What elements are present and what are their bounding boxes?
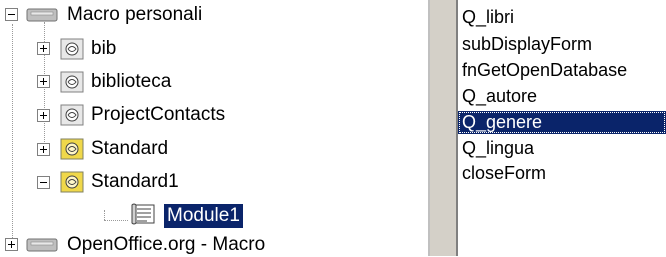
- library-icon: [60, 38, 84, 60]
- list-item[interactable]: closeForm: [458, 162, 666, 185]
- tree-connector: [104, 220, 128, 221]
- library-icon-yellow: [60, 138, 84, 160]
- list-item[interactable]: Q_autore: [458, 85, 666, 108]
- tree-item-label[interactable]: Module1: [164, 204, 243, 228]
- expand-toggle[interactable]: [37, 143, 50, 156]
- list-item[interactable]: Q_libri: [458, 6, 666, 29]
- macro-name-list[interactable]: Q_libri subDisplayForm fnGetOpenDatabase…: [458, 0, 666, 256]
- panel-gutter: [430, 0, 456, 256]
- library-icon: [60, 71, 84, 93]
- library-icon: [60, 104, 84, 126]
- tree-item-label[interactable]: ProjectContacts: [88, 103, 228, 127]
- tree-connector: [104, 210, 105, 220]
- tree-item-label[interactable]: bib: [88, 37, 119, 61]
- expand-toggle[interactable]: [37, 109, 50, 122]
- tree-item-label[interactable]: Standard1: [88, 170, 182, 194]
- library-container-icon: [26, 238, 58, 252]
- expand-toggle[interactable]: [37, 42, 50, 55]
- list-item[interactable]: Q_lingua: [458, 137, 666, 160]
- tree-connector: [12, 24, 13, 246]
- module-icon: [131, 203, 155, 225]
- tree-item-label[interactable]: Standard: [88, 137, 171, 161]
- list-item[interactable]: subDisplayForm: [458, 33, 666, 56]
- expand-toggle[interactable]: [5, 238, 18, 251]
- macro-library-tree[interactable]: Macro personali bib biblioteca ProjectCo…: [0, 0, 420, 256]
- list-item-selected[interactable]: Q_genere: [458, 111, 666, 134]
- tree-item-label[interactable]: biblioteca: [88, 70, 174, 94]
- library-icon-yellow: [60, 171, 84, 193]
- collapse-toggle[interactable]: [37, 176, 50, 189]
- collapse-toggle[interactable]: [5, 8, 18, 21]
- list-item[interactable]: fnGetOpenDatabase: [458, 59, 666, 82]
- tree-item-label[interactable]: Macro personali: [64, 3, 205, 27]
- tree-item-label[interactable]: OpenOffice.org - Macro: [64, 233, 268, 257]
- library-container-icon: [26, 8, 58, 22]
- expand-toggle[interactable]: [37, 75, 50, 88]
